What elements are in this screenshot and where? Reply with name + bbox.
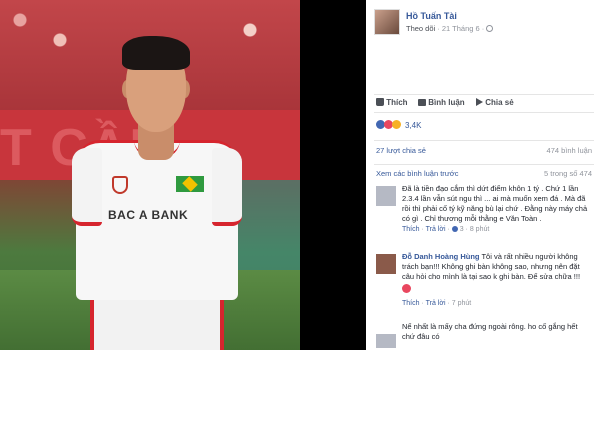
reaction-count[interactable]: 3,4K	[405, 121, 421, 130]
club-crest-icon	[112, 176, 128, 194]
like-label: Thích	[386, 98, 408, 107]
comment-body: Đã là tiền đạo cắm thì dứt điểm khôn 1 t…	[402, 184, 592, 235]
post-header: Hồ Tuấn Tài Theo dõi · 21 Tháng 6 ·	[374, 9, 594, 39]
post-date[interactable]: 21 Tháng 6	[442, 24, 480, 33]
comment-body: Đỗ Danh Hoàng Hùng Tôi và rất nhiều ngườ…	[402, 252, 592, 309]
commenter-avatar[interactable]	[376, 334, 396, 348]
share-arrow-icon	[476, 98, 483, 106]
share-count[interactable]: 27 lượt chia sẻ	[376, 146, 426, 155]
like-button[interactable]: Thích	[376, 98, 408, 107]
reactions-bar[interactable]: 3,4K	[374, 112, 594, 134]
view-previous-comments-link[interactable]: Xem các bình luận trước	[376, 169, 458, 178]
player-shorts	[90, 298, 224, 350]
comment-like-count[interactable]: 3	[460, 226, 464, 233]
commenter-avatar[interactable]	[376, 186, 396, 206]
comment-author[interactable]: Đỗ Danh Hoàng Hùng	[402, 252, 480, 261]
comment-meta: Thích · Trả lời · 7 phút	[402, 300, 472, 307]
comment-reply-link[interactable]: Trả lời	[426, 226, 446, 233]
comment-text: Nể nhất là mấy cha đứng ngoài rông. ho c…	[402, 322, 578, 341]
author-name[interactable]: Hồ Tuấn Tài	[406, 11, 457, 21]
comment-icon	[418, 99, 426, 106]
left-sleeve	[72, 148, 102, 226]
post-sidebar: Hồ Tuấn Tài Theo dõi · 21 Tháng 6 · Thíc…	[366, 0, 600, 350]
comment-like-link[interactable]: Thích	[402, 226, 420, 233]
follow-link[interactable]: Theo dõi	[406, 24, 435, 33]
post-meta: Theo dõi · 21 Tháng 6 ·	[406, 24, 494, 33]
comment-text: Đã là tiền đạo cắm thì dứt điểm khôn 1 t…	[402, 184, 588, 223]
thumbs-up-icon	[376, 98, 384, 106]
globe-icon	[486, 25, 494, 32]
post-stats: 27 lượt chia sẻ 474 bình luận	[374, 140, 594, 160]
player-figure: BAC A BANK	[62, 36, 252, 350]
comment-button[interactable]: Bình luận	[418, 98, 465, 107]
comments-pager: Xem các bình luận trước 5 trong số 474	[374, 164, 594, 182]
comment-reply-link[interactable]: Trả lời	[426, 300, 446, 307]
comment-content: Đỗ Danh Hoàng Hùng Tôi và rất nhiều ngườ…	[402, 252, 592, 282]
author-avatar[interactable]	[374, 9, 400, 35]
share-label: Chia sẻ	[485, 98, 514, 107]
comments-pager-count: 5 trong số 474	[544, 169, 592, 178]
share-button[interactable]: Chia sẻ	[476, 98, 514, 107]
wow-reaction-icon	[392, 120, 401, 129]
comment-body: Nể nhất là mấy cha đứng ngoài rông. ho c…	[402, 322, 592, 342]
comment-like-link[interactable]: Thích	[402, 300, 420, 307]
photo-viewer-backdrop	[300, 0, 366, 350]
comment-meta: Thích · Trả lời · 3 · 8 phút	[402, 226, 490, 233]
heart-icon	[402, 284, 411, 293]
like-reaction-icon	[451, 226, 458, 232]
player-hair	[122, 36, 190, 70]
commenter-avatar[interactable]	[376, 254, 396, 274]
comment-count: 474 bình luận	[546, 146, 592, 155]
comment-time[interactable]: 7 phút	[452, 300, 471, 307]
jersey-sponsor: BAC A BANK	[108, 208, 189, 222]
post-actions: Thích Bình luận Chia sẻ	[374, 94, 594, 110]
post-photo[interactable]: T CẦN BAC A BANK	[0, 0, 300, 350]
comment-time[interactable]: 8 phút	[470, 226, 489, 233]
brazil-flag-icon	[176, 176, 204, 192]
comment-label: Bình luận	[428, 98, 465, 107]
